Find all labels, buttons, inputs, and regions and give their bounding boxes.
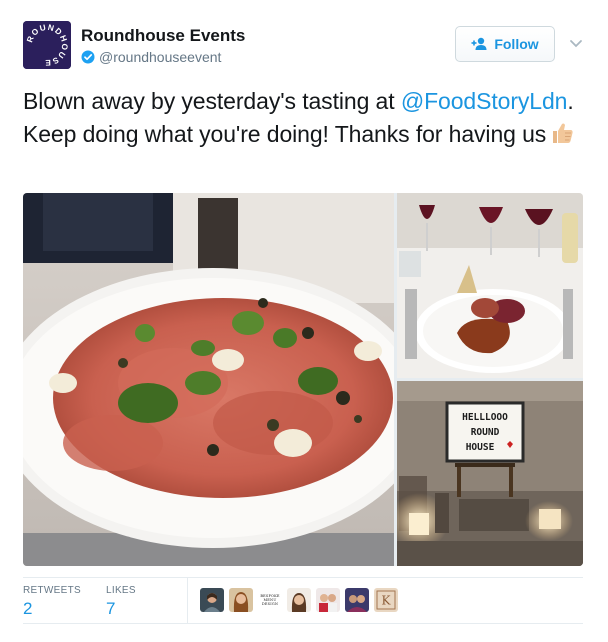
liker-avatars: BESPOKE MENU DESIGN K <box>200 588 398 612</box>
thumbs-up-icon <box>550 121 574 145</box>
sign-line-2: ROUND <box>471 427 500 438</box>
stats-divider-top <box>23 577 583 578</box>
user-handle[interactable]: @roundhouseevent <box>99 49 221 65</box>
stats-divider-bottom <box>23 623 583 624</box>
k-logo-text: K <box>382 594 392 608</box>
liker-avatar[interactable] <box>345 588 369 612</box>
retweets-label: RETWEETS <box>23 585 81 596</box>
likes-stat[interactable]: LIKES 7 <box>106 585 136 619</box>
handle-row: @roundhouseevent <box>81 49 221 65</box>
follow-button[interactable]: Follow <box>455 26 555 62</box>
avatar[interactable]: ROUNDHOUSE <box>23 21 71 69</box>
verified-badge-icon <box>81 50 95 64</box>
follow-button-label: Follow <box>494 36 539 52</box>
tweet-header: ROUNDHOUSE Roundhouse Events @roundhouse… <box>23 21 585 69</box>
beef-carpaccio-photo[interactable] <box>23 193 394 566</box>
bespoke-menu-design-text: BESPOKE MENU DESIGN <box>260 594 280 606</box>
likes-label: LIKES <box>106 585 136 596</box>
add-user-icon <box>471 37 489 51</box>
roundhouse-logo-icon: ROUNDHOUSE <box>23 21 71 69</box>
tweet-text: Blown away by yesterday's tasting at @Fo… <box>23 85 583 151</box>
liker-avatar[interactable]: K <box>374 588 398 612</box>
stats-separator <box>187 577 188 623</box>
chevron-down-icon[interactable] <box>568 35 584 51</box>
retweets-stat[interactable]: RETWEETS 2 <box>23 585 81 619</box>
lightbox-sign-photo[interactable]: HELLLOOO ROUND HOUSE <box>397 381 583 566</box>
liker-avatar[interactable] <box>287 588 311 612</box>
bespoke-menu-design-avatar[interactable]: BESPOKE MENU DESIGN <box>258 588 282 612</box>
liker-avatar[interactable] <box>200 588 224 612</box>
sign-line-1: HELLLOOO <box>462 412 508 423</box>
likes-count: 7 <box>106 599 116 618</box>
plated-dish-wine-photo[interactable] <box>397 193 583 378</box>
display-name[interactable]: Roundhouse Events <box>81 26 245 46</box>
liker-avatar[interactable] <box>316 588 340 612</box>
retweets-count: 2 <box>23 599 33 618</box>
sign-line-3: HOUSE <box>466 442 495 453</box>
liker-avatar[interactable] <box>229 588 253 612</box>
media-grid: HELLLOOO ROUND HOUSE <box>23 193 583 566</box>
mention-link[interactable]: @FoodStoryLdn <box>401 88 568 114</box>
tweet-text-part1: Blown away by yesterday's tasting at <box>23 88 401 114</box>
